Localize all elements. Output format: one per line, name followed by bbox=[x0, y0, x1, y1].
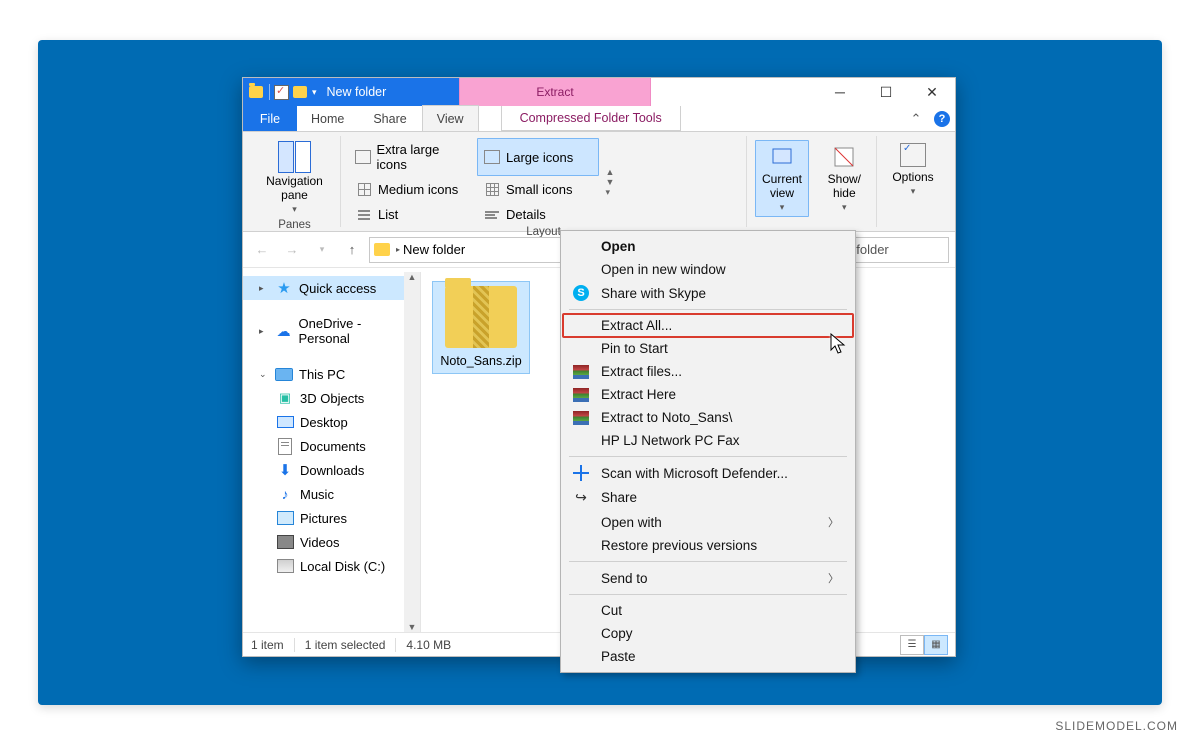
layout-list[interactable]: List bbox=[349, 203, 471, 226]
ctx-open-with[interactable]: Open with〉 bbox=[563, 510, 853, 534]
maximize-button[interactable]: ☐ bbox=[863, 78, 909, 106]
status-selected: 1 item selected bbox=[305, 638, 397, 652]
view-details-button[interactable]: ☰ bbox=[901, 636, 923, 654]
layout-small-icons[interactable]: Small icons bbox=[477, 178, 599, 201]
layout-extra-large-icons[interactable]: Extra large icons bbox=[349, 138, 471, 176]
share-icon: ↪ bbox=[571, 489, 591, 506]
sidebar-pictures[interactable]: Pictures bbox=[243, 506, 420, 530]
window-title: New folder bbox=[327, 85, 387, 99]
ribbon-collapse-icon[interactable]: ⌃ bbox=[903, 106, 929, 131]
view-icons-button[interactable]: ▦ bbox=[925, 636, 947, 654]
options-button[interactable]: Options▾ bbox=[885, 138, 941, 201]
nav-up-button[interactable]: ↑ bbox=[339, 237, 365, 263]
zip-folder-icon bbox=[445, 286, 517, 348]
quick-access-toolbar: ▾ bbox=[269, 84, 317, 100]
contextual-tab-extract[interactable]: Extract bbox=[459, 78, 651, 106]
qat-customize-icon[interactable]: ▾ bbox=[312, 87, 317, 98]
ctx-pin-start[interactable]: Pin to Start bbox=[563, 337, 853, 360]
ctx-paste[interactable]: Paste bbox=[563, 645, 853, 668]
sidebar-local-disk[interactable]: Local Disk (C:) bbox=[243, 554, 420, 578]
address-crumb-new-folder[interactable]: ▸New folder bbox=[396, 242, 465, 257]
qat-new-folder-icon[interactable] bbox=[293, 86, 307, 98]
current-view-button[interactable]: Current view▾ bbox=[755, 140, 809, 217]
winrar-icon bbox=[573, 411, 589, 425]
ctx-share[interactable]: ↪Share bbox=[563, 485, 853, 510]
sidebar-scrollbar[interactable]: ▲▼ bbox=[404, 272, 420, 632]
layout-scroll[interactable]: ▲▼▾ bbox=[603, 138, 617, 226]
ribbon-view: Navigation pane ▾ Panes Extra large icon… bbox=[243, 132, 955, 232]
ctx-copy[interactable]: Copy bbox=[563, 622, 853, 645]
sidebar-videos[interactable]: Videos bbox=[243, 530, 420, 554]
ctx-extract-all[interactable]: Extract All... bbox=[563, 314, 853, 337]
ribbon-group-view-options: Current view▾ Show/ hide▾ bbox=[747, 136, 877, 227]
minimize-button[interactable]: ─ bbox=[817, 78, 863, 106]
sidebar-music[interactable]: ♪Music bbox=[243, 482, 420, 506]
ctx-share-skype[interactable]: SShare with Skype bbox=[563, 281, 853, 305]
ctx-send-to[interactable]: Send to〉 bbox=[563, 566, 853, 590]
sidebar-downloads[interactable]: ⬇Downloads bbox=[243, 458, 420, 482]
ribbon-group-layout: Extra large icons Large icons Medium ico… bbox=[341, 136, 747, 227]
tab-compressed-folder-tools[interactable]: Compressed Folder Tools bbox=[501, 106, 681, 131]
ctx-extract-here[interactable]: Extract Here bbox=[563, 383, 853, 406]
sidebar-this-pc[interactable]: ⌄This PC bbox=[243, 362, 420, 386]
sidebar-documents[interactable]: Documents bbox=[243, 434, 420, 458]
context-menu: Open Open in new window SShare with Skyp… bbox=[560, 230, 856, 673]
qat-properties-icon[interactable] bbox=[275, 86, 288, 99]
mouse-cursor-icon bbox=[830, 333, 848, 360]
ribbon-group-panes: Navigation pane ▾ Panes bbox=[249, 136, 341, 227]
folder-icon bbox=[249, 86, 263, 98]
help-button[interactable]: ? bbox=[929, 106, 955, 131]
navigation-sidebar[interactable]: ▸★Quick access ▸☁OneDrive - Personal ⌄Th… bbox=[243, 272, 421, 632]
status-size: 4.10 MB bbox=[406, 638, 451, 652]
address-folder-icon bbox=[374, 243, 390, 256]
ctx-restore[interactable]: Restore previous versions bbox=[563, 534, 853, 557]
ctx-hp-fax[interactable]: HP LJ Network PC Fax bbox=[563, 429, 853, 452]
ctx-open[interactable]: Open bbox=[563, 235, 853, 258]
tab-file[interactable]: File bbox=[243, 106, 297, 131]
ctx-extract-to[interactable]: Extract to Noto_Sans\ bbox=[563, 406, 853, 429]
show-hide-button[interactable]: Show/ hide▾ bbox=[821, 140, 868, 217]
status-item-count: 1 item bbox=[251, 638, 295, 652]
close-button[interactable]: ✕ bbox=[909, 78, 955, 106]
ctx-cut[interactable]: Cut bbox=[563, 599, 853, 622]
sidebar-onedrive[interactable]: ▸☁OneDrive - Personal bbox=[243, 312, 420, 350]
page-background: ▾ New folder Extract ─ ☐ ✕ File Home Sha… bbox=[38, 40, 1162, 705]
window-controls: ─ ☐ ✕ bbox=[651, 78, 955, 106]
ctx-scan-defender[interactable]: Scan with Microsoft Defender... bbox=[563, 461, 853, 485]
title-bar: ▾ New folder Extract ─ ☐ ✕ bbox=[243, 78, 955, 106]
navigation-pane-button[interactable]: Navigation pane ▾ bbox=[257, 138, 332, 219]
ctx-open-new-window[interactable]: Open in new window bbox=[563, 258, 853, 281]
layout-medium-icons[interactable]: Medium icons bbox=[349, 178, 471, 201]
sidebar-quick-access[interactable]: ▸★Quick access bbox=[243, 276, 420, 300]
defender-icon bbox=[573, 465, 589, 481]
watermark: SLIDEMODEL.COM bbox=[1055, 719, 1178, 733]
file-noto-sans-zip[interactable]: Noto_Sans.zip bbox=[433, 282, 529, 373]
layout-details[interactable]: Details bbox=[477, 203, 599, 226]
view-mode-toggle: ☰ ▦ bbox=[901, 636, 947, 654]
ctx-extract-files[interactable]: Extract files... bbox=[563, 360, 853, 383]
sidebar-3d-objects[interactable]: ▣3D Objects bbox=[243, 386, 420, 410]
nav-back-button[interactable]: ← bbox=[249, 237, 275, 263]
winrar-icon bbox=[573, 388, 589, 402]
tab-view[interactable]: View bbox=[422, 105, 479, 131]
tab-home[interactable]: Home bbox=[297, 106, 359, 131]
nav-recent-button[interactable]: ▾ bbox=[309, 237, 335, 263]
nav-forward-button[interactable]: → bbox=[279, 237, 305, 263]
title-bar-left: ▾ New folder bbox=[243, 78, 459, 106]
ribbon-tabs: File Home Share View Compressed Folder T… bbox=[243, 106, 955, 132]
sidebar-desktop[interactable]: Desktop bbox=[243, 410, 420, 434]
ribbon-group-options: Options▾ bbox=[877, 136, 949, 227]
winrar-icon bbox=[573, 365, 589, 379]
layout-large-icons[interactable]: Large icons bbox=[477, 138, 599, 176]
skype-icon: S bbox=[573, 285, 589, 301]
tab-share[interactable]: Share bbox=[359, 106, 421, 131]
contextual-tab-area: Extract bbox=[459, 78, 651, 106]
